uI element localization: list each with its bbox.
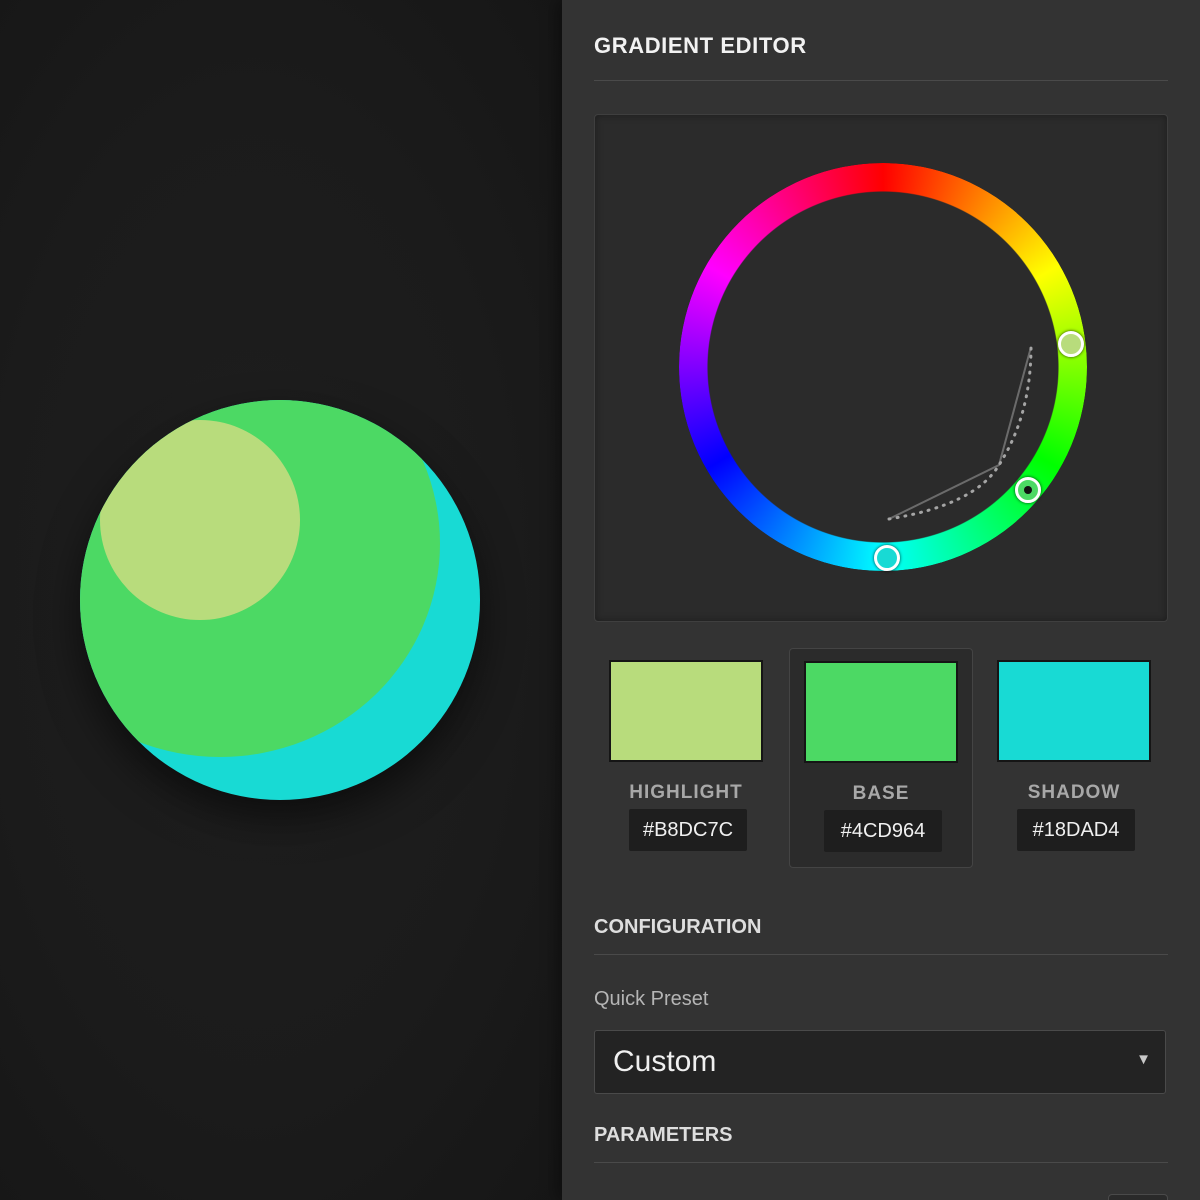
- base-color-swatch[interactable]: [804, 661, 958, 763]
- parameters-divider: [594, 1162, 1168, 1163]
- sphere-highlight-layer: [100, 420, 300, 620]
- base-hex-field[interactable]: #4CD964: [824, 810, 942, 852]
- highlight-color-swatch[interactable]: [609, 660, 763, 762]
- configuration-title: CONFIGURATION: [594, 916, 762, 938]
- quick-preset-select[interactable]: Custom ▼: [594, 1030, 1166, 1094]
- swatch-label: SHADOW: [1027, 782, 1121, 803]
- swatch-base[interactable]: BASE #4CD964: [789, 648, 973, 868]
- quick-preset-value: Custom: [613, 1045, 717, 1078]
- panel-title: GRADIENT EDITOR: [594, 33, 807, 58]
- gradient-sphere-preview: [80, 400, 480, 800]
- gradient-editor-panel: GRADIENT EDITOR HIGHLIGHT #B8DC7C BASE #…: [562, 0, 1200, 1200]
- base-handle[interactable]: [1015, 477, 1041, 503]
- parameters-title: PARAMETERS: [594, 1124, 733, 1146]
- shadow-handle[interactable]: [874, 545, 900, 571]
- quick-preset-label: Quick Preset: [594, 988, 709, 1010]
- swatch-highlight[interactable]: HIGHLIGHT #B8DC7C: [595, 648, 777, 866]
- shadow-color-swatch[interactable]: [997, 660, 1151, 762]
- swatch-label: HIGHLIGHT: [629, 782, 743, 803]
- app: GRADIENT EDITOR HIGHLIGHT #B8DC7C BASE #…: [0, 0, 1200, 1200]
- title-divider: [594, 80, 1168, 81]
- selected-handle-dot: [1024, 486, 1032, 494]
- chevron-down-icon: ▼: [1136, 1051, 1151, 1068]
- preview-canvas: [0, 0, 562, 1200]
- color-wheel-box: [594, 114, 1168, 622]
- swatch-shadow[interactable]: SHADOW #18DAD4: [983, 648, 1165, 866]
- highlight-handle[interactable]: [1058, 331, 1084, 357]
- parameter-field-stub[interactable]: [1108, 1194, 1168, 1200]
- harmony-dotted-arc: [887, 345, 1033, 521]
- shadow-hex-field[interactable]: #18DAD4: [1017, 809, 1135, 851]
- configuration-divider: [594, 954, 1168, 955]
- harmony-line: [888, 346, 1032, 520]
- swatch-label: BASE: [852, 783, 910, 804]
- highlight-hex-field[interactable]: #B8DC7C: [629, 809, 747, 851]
